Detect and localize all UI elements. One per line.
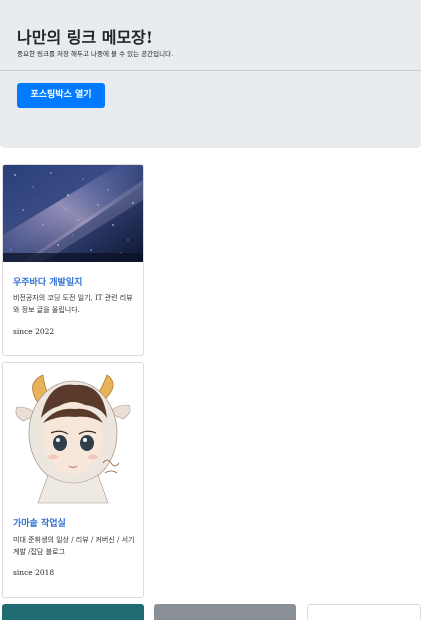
card-description: 미대 준휘생의 일상 / 리뷰 / 커버신 / 서기계발 /잡담 블로그 bbox=[13, 536, 135, 556]
link-card-partial[interactable] bbox=[154, 604, 296, 620]
link-card-partial[interactable] bbox=[2, 604, 144, 620]
card-title[interactable]: 우주바다 개발일지 bbox=[13, 275, 82, 288]
link-card[interactable]: 우주바다 개발일지 비전공자의 코딩 도전 일기, IT 관련 리뷰와 정보 글… bbox=[2, 164, 144, 356]
card-description: 비전공자의 코딩 도전 일기, IT 관련 리뷰와 정보 글을 올립니다. bbox=[13, 294, 133, 314]
card-title[interactable]: 가마솥 작업실 bbox=[13, 516, 66, 529]
card-since: since 2018 bbox=[13, 568, 55, 577]
card-image-character[interactable] bbox=[3, 363, 143, 508]
open-posting-box-button[interactable]: 포스팅박스 열기 bbox=[17, 83, 105, 108]
jumbotron-header: 나만의 링크 메모장! 중요한 링크를 저장 해두고 나중에 볼 수 있는 공간… bbox=[0, 0, 421, 148]
card-since: since 2022 bbox=[13, 327, 55, 336]
page-title: 나만의 링크 메모장! bbox=[17, 28, 153, 47]
link-card[interactable]: 가마솥 작업실 미대 준휘생의 일상 / 리뷰 / 커버신 / 서기계발 /잡담… bbox=[2, 362, 144, 598]
card-image-galaxy[interactable] bbox=[3, 165, 143, 262]
link-card-partial[interactable] bbox=[307, 604, 421, 620]
divider bbox=[0, 70, 421, 71]
page-subtitle: 중요한 링크를 저장 해두고 나중에 볼 수 있는 공간입니다. bbox=[17, 50, 174, 58]
